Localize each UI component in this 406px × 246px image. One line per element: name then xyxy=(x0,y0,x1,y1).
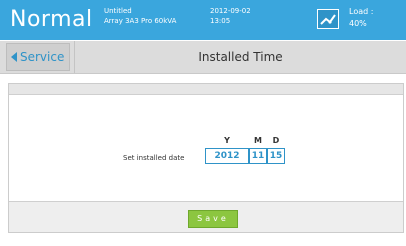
date-text: 2012-09-02 xyxy=(210,7,251,15)
month-input[interactable]: 11 xyxy=(249,148,267,164)
datetime: 2012-09-02 13:05 xyxy=(210,6,251,26)
back-label: Service xyxy=(20,50,65,64)
year-input[interactable]: 2012 xyxy=(205,148,249,164)
column-day-header: D xyxy=(272,136,280,145)
set-date-label: Set installed date xyxy=(123,154,185,162)
column-year-header: Y xyxy=(224,136,230,145)
nav-bar: Service Installed Time xyxy=(0,41,406,74)
left-arrow-icon xyxy=(11,52,17,62)
time-text: 13:05 xyxy=(210,17,231,25)
project-info: Untitled Array 3A3 Pro 60kVA xyxy=(104,6,176,26)
back-button[interactable]: Service xyxy=(6,43,70,71)
content-header-strip xyxy=(9,84,403,95)
project-name: Untitled xyxy=(104,7,132,15)
content-area: Set installed date Y M D 2012 11 15 Save xyxy=(8,83,404,233)
load-value: 40% xyxy=(349,19,367,28)
mode-label: Normal xyxy=(10,7,93,32)
load-label: Load : xyxy=(349,7,374,16)
load-info: Load : 40% xyxy=(349,6,373,30)
day-input[interactable]: 15 xyxy=(267,148,285,164)
load-meter-icon xyxy=(317,9,339,29)
header-bar: Normal Untitled Array 3A3 Pro 60kVA 2012… xyxy=(0,0,406,40)
save-button[interactable]: Save xyxy=(188,210,238,228)
form-panel: Set installed date Y M D 2012 11 15 xyxy=(9,95,403,202)
page-title: Installed Time xyxy=(198,50,283,64)
column-month-header: M xyxy=(254,136,262,145)
project-model: Array 3A3 Pro 60kVA xyxy=(104,17,177,25)
